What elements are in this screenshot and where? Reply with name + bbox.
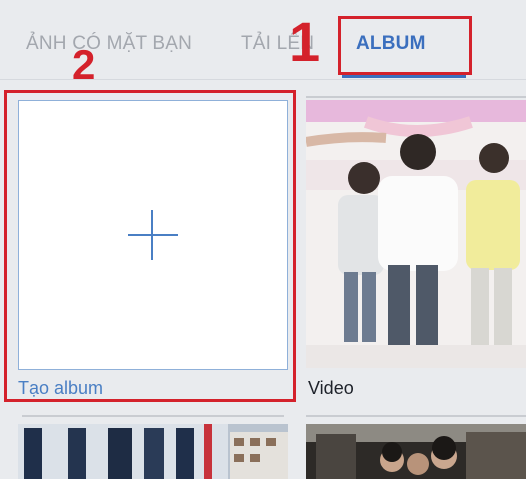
tab-photos-of-you[interactable]: ẢNH CÓ MẶT BẠN (26, 33, 192, 55)
album-label-video: Video (308, 378, 354, 398)
active-tab-indicator (342, 75, 466, 78)
annotation-box-album-tab (338, 16, 472, 75)
video-album-thumbnail[interactable] (306, 100, 526, 368)
row-divider (22, 415, 284, 417)
album-thumbnail[interactable] (18, 424, 288, 479)
annotation-number-2: 2 (72, 41, 96, 88)
album-stack-edge (306, 96, 526, 98)
annotation-box-create-album (4, 90, 296, 402)
row-divider (306, 415, 526, 417)
album-thumbnail[interactable] (306, 424, 526, 479)
annotation-number-1: 1 (289, 10, 321, 73)
